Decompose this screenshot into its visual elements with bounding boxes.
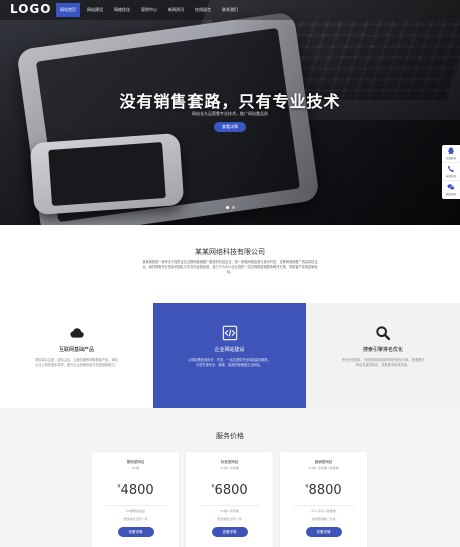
cloud-icon [69, 328, 84, 338]
pricing-section: 服务价格 基础型网站 PC端 ¥4800 PC端网站建设 赠送域名空间一年 查看… [0, 408, 460, 547]
price-card-basic: 基础型网站 PC端 ¥4800 PC端网站建设 赠送域名空间一年 查看详情 [92, 452, 179, 547]
plan-price: ¥8800 [305, 483, 342, 498]
about-title: 某某网络科技有限公司 [195, 248, 265, 256]
plan-details-button[interactable]: 查看详情 [211, 527, 248, 537]
plan-details-button[interactable]: 查看详情 [117, 527, 154, 537]
nav-item-contact[interactable]: 联系我们 [218, 3, 242, 17]
hero-banner: LOGO 网站首页 网站建设 网络优化 案例中心 新闻资讯 在线留言 联系我们 … [0, 0, 460, 225]
carousel-dots [226, 206, 235, 209]
nav-item-news[interactable]: 新闻资讯 [164, 3, 188, 17]
hero-details-button[interactable]: 查看详情 [214, 122, 246, 132]
price-card-standard: 标准型网站 PC端+手机端 ¥6800 PC端+手机端 赠送域名空间一年 查看详… [186, 452, 273, 547]
nav-item-cases[interactable]: 案例中心 [137, 3, 161, 17]
phone-icon [448, 165, 454, 172]
service-title: 搜索引擎排名优化 [362, 347, 403, 353]
service-card-website[interactable]: 企业网站建设 从网站策划到设计、开发，一站式提供专业网站建设服务，为您打造专业、… [153, 303, 306, 408]
divider [293, 505, 354, 506]
service-desc: 提供域名注册、虚拟主机、云服务器等网络基础产品，满足企业上网的基本需求，提升企业… [35, 358, 118, 367]
nav-item-optimize[interactable]: 网络优化 [110, 3, 134, 17]
main-nav: 网站首页 网站建设 网络优化 案例中心 新闻资讯 在线留言 联系我们 [56, 0, 245, 20]
nav-item-home[interactable]: 网站首页 [56, 3, 80, 17]
plan-subtitle: PC端 [132, 466, 139, 470]
service-card-seo[interactable]: 搜索引擎排名优化 专业优化团队，为您的网站制定科学的优化方案，快速提升网站关键词… [306, 303, 460, 408]
side-contact-bar: 在线咨询 电话咨询 微信咨询 [442, 145, 460, 199]
carousel-dot[interactable] [232, 206, 235, 209]
qq-icon [448, 147, 454, 154]
side-item-wechat[interactable]: 微信咨询 [442, 181, 460, 199]
hero-title: 没有销售套路，只有专业技术 [119, 92, 341, 111]
code-icon [222, 325, 237, 341]
side-item-phone[interactable]: 电话咨询 [442, 163, 460, 181]
plan-name: 基础型网站 [126, 460, 145, 464]
plan-name: 标准型网站 [220, 460, 239, 464]
service-title: 互联网基础产品 [58, 347, 94, 353]
nav-item-build[interactable]: 网站建设 [83, 3, 107, 17]
side-item-qq[interactable]: 在线咨询 [442, 145, 460, 163]
logo[interactable]: LOGO [10, 2, 51, 16]
plan-price: ¥6800 [211, 483, 248, 498]
plan-feature: 赠送域名空间一年 [217, 516, 242, 521]
plan-details-button[interactable]: 查看详情 [305, 527, 342, 537]
plan-feature: PC端+手机端 [220, 509, 239, 513]
page: LOGO 网站首页 网站建设 网络优化 案例中心 新闻资讯 在线留言 联系我们 … [0, 0, 460, 547]
carousel-dot[interactable] [226, 206, 229, 209]
plan-feature: PC+手机+微信端 [311, 509, 336, 513]
pricing-title: 服务价格 [216, 432, 244, 440]
service-desc: 从网站策划到设计、开发，一站式提供专业网站建设服务，为您打造专业、美观、易用的营… [188, 358, 271, 367]
price-card-marketing: 营销型网站 PC端+手机端+微信端 ¥8800 PC+手机+微信端 全网营销推广… [280, 452, 367, 547]
hero-subtitle: 网站长久运营靠专业技术，推广网站靠品质 [192, 111, 268, 116]
wechat-icon [447, 184, 455, 190]
divider [105, 505, 166, 506]
about-text: 某某网络是一家专业于提供企业互联网营销推广服务的科技企业，是一家集网络运营与技术… [142, 260, 318, 275]
divider [199, 505, 260, 506]
plan-feature: 赠送域名空间一年 [123, 516, 148, 521]
plan-subtitle: PC端+手机端+微信端 [308, 466, 339, 470]
plan-feature: 全网营销推广方案 [311, 516, 336, 521]
top-navbar: LOGO 网站首页 网站建设 网络优化 案例中心 新闻资讯 在线留言 联系我们 [0, 0, 460, 20]
plan-feature: PC端网站建设 [126, 509, 145, 513]
service-title: 企业网站建设 [214, 347, 245, 353]
plan-price: ¥4800 [117, 483, 154, 498]
about-section: 某某网络科技有限公司 某某网络是一家专业于提供企业互联网营销推广服务的科技企业，… [0, 225, 460, 303]
services-section: 互联网基础产品 提供域名注册、虚拟主机、云服务器等网络基础产品，满足企业上网的基… [0, 303, 460, 408]
service-card-hosting[interactable]: 互联网基础产品 提供域名注册、虚拟主机、云服务器等网络基础产品，满足企业上网的基… [0, 303, 153, 408]
plan-subtitle: PC端+手机端 [220, 466, 239, 470]
service-desc: 专业优化团队，为您的网站制定科学的优化方案，快速提升网站关键词排名，获取更多精准… [341, 358, 425, 367]
nav-item-message[interactable]: 在线留言 [191, 3, 215, 17]
plan-name: 营销型网站 [314, 460, 333, 464]
search-icon [376, 326, 391, 341]
